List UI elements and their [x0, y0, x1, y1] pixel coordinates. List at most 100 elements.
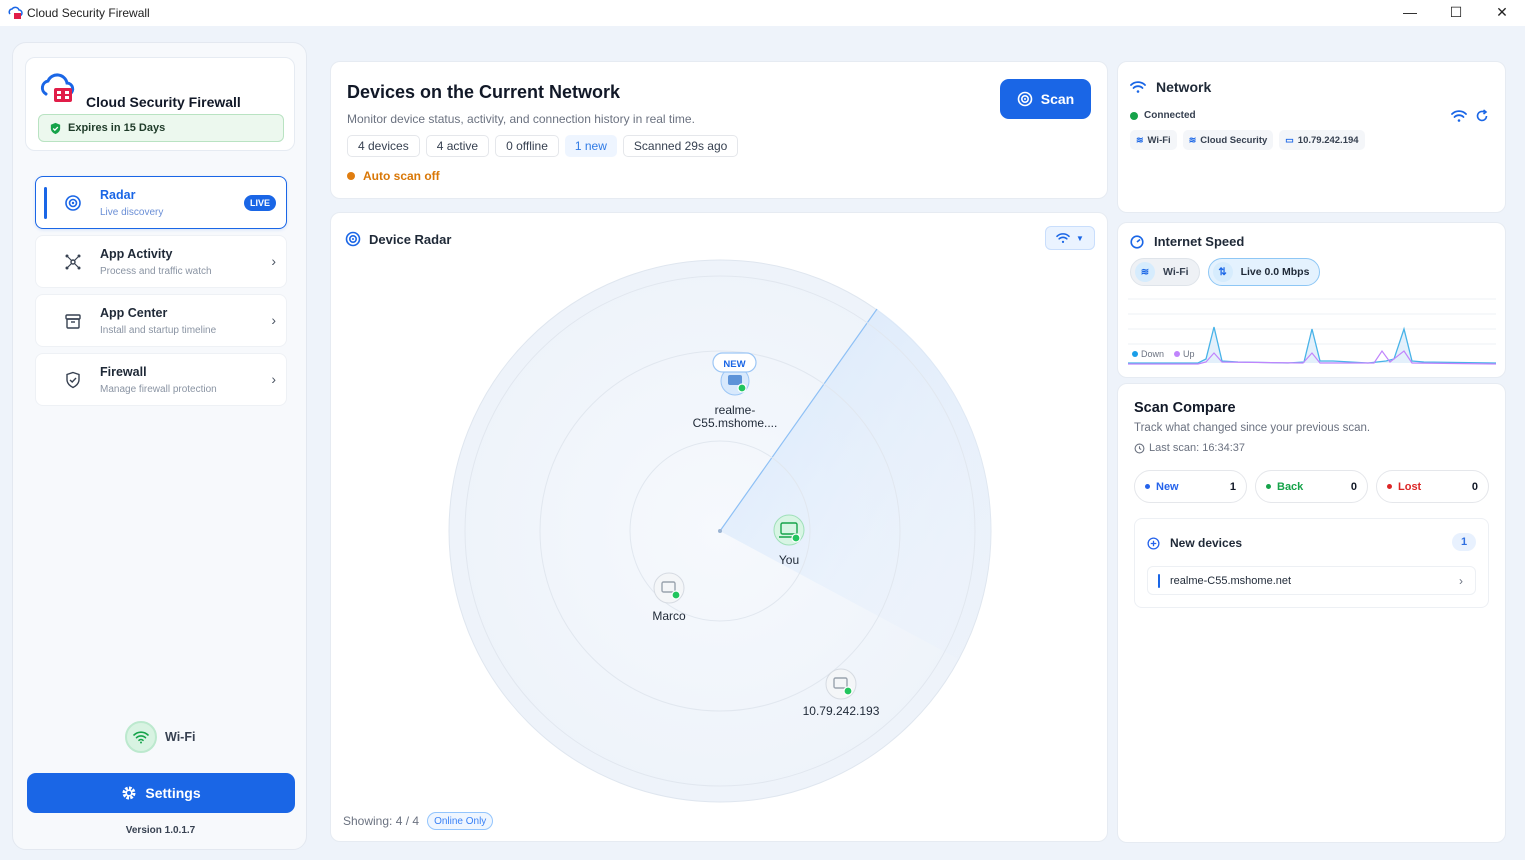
nav-firewall[interactable]: Firewall Manage firewall protection ›	[35, 353, 287, 406]
radar-device-marco[interactable]	[653, 572, 685, 604]
stat-chip-devices: 4 devices	[347, 135, 420, 157]
new-devices-heading: New devices	[1147, 536, 1242, 550]
status-dot	[1130, 111, 1138, 120]
new-devices-title: New devices	[1170, 536, 1243, 550]
stat-chip-active: 4 active	[425, 135, 490, 157]
stat-lost[interactable]: Lost 0	[1376, 470, 1489, 503]
device-stats: 4 devices 4 active 0 offline 1 new Scann…	[347, 135, 739, 157]
new-device-name: realme-C55.mshome.net	[1170, 574, 1292, 587]
monitor-icon: ▭	[1285, 134, 1294, 145]
wifi-icon	[1056, 233, 1070, 243]
chevron-right-icon: ›	[271, 253, 276, 269]
speedometer-icon	[1130, 234, 1144, 249]
radar-canvas: NEW	[448, 259, 992, 803]
wifi-icon	[125, 721, 157, 753]
network-status: Connected	[1130, 110, 1196, 121]
connection-label: Wi-Fi	[165, 730, 196, 744]
shield-check-icon	[66, 371, 80, 389]
status-dot	[347, 172, 355, 180]
new-devices-panel: New devices 1 realme-C55.mshome.net ›	[1134, 518, 1489, 608]
new-devices-count: 1	[1452, 533, 1476, 551]
app-logo-icon	[8, 6, 23, 19]
title-bar: Cloud Security Firewall — ☐ ✕	[0, 0, 1525, 26]
gear-icon	[122, 786, 136, 800]
wifi-icon: ≋	[1188, 134, 1197, 145]
nav-label: App Activity	[100, 247, 173, 261]
speed-legend: Down Up	[1132, 349, 1195, 359]
brand-name: Cloud Security Firewall	[86, 94, 241, 110]
license-text: Expires in 15 Days	[68, 122, 166, 134]
device-label-ip: 10.79.242.193	[802, 704, 880, 718]
page-title: Devices on the Current Network	[347, 82, 621, 102]
stat-chip-new: 1 new	[564, 135, 617, 157]
legend-up: Up	[1174, 349, 1195, 359]
internet-speed-card: Internet Speed ≋ Wi-Fi ⇅ Live 0.0 Mbps D…	[1117, 222, 1506, 378]
nav-sublabel: Live discovery	[100, 207, 164, 218]
stat-new[interactable]: New 1	[1134, 470, 1247, 503]
network-name-pill: ≋ Cloud Security	[1182, 130, 1274, 150]
settings-button[interactable]: Settings	[27, 773, 295, 813]
speed-title: Internet Speed	[1154, 234, 1245, 249]
chevron-right-icon: ›	[271, 312, 276, 328]
network-card: Network Connected ≋ Wi-Fi ≋ Cloud Securi…	[1117, 61, 1506, 213]
speed-heading: Internet Speed	[1130, 234, 1244, 249]
row-accent	[1158, 573, 1160, 588]
last-scan-time: Last scan: 16:34:37	[1149, 442, 1246, 454]
scan-label: Scan	[1040, 91, 1075, 107]
speed-arrows-icon: ⇅	[1212, 262, 1233, 282]
chevron-right-icon: ›	[271, 371, 276, 387]
nav-label: Firewall	[100, 365, 147, 379]
nav-label: Radar	[100, 188, 136, 202]
radar-heading: Device Radar	[345, 231, 451, 247]
connection-status: Wi-Fi	[125, 721, 195, 753]
wifi-icon: ≋	[1135, 262, 1155, 282]
nav-app-center[interactable]: App Center Install and startup timeline …	[35, 294, 287, 347]
history-icon	[1134, 443, 1145, 453]
status-dot	[1145, 484, 1150, 489]
nav-app-activity[interactable]: App Activity Process and traffic watch ›	[35, 235, 287, 288]
nav-label: App Center	[100, 306, 168, 320]
network-title: Network	[1156, 79, 1212, 95]
network-filter-dropdown[interactable]: ▼	[1045, 226, 1095, 250]
network-status-label: Connected	[1144, 110, 1196, 121]
radar-title: Device Radar	[369, 231, 452, 247]
wifi-settings-icon[interactable]	[1451, 109, 1467, 123]
close-button[interactable]: ✕	[1479, 0, 1525, 24]
scan-button[interactable]: Scan	[1000, 79, 1091, 119]
showing-count: Showing: 4 / 4	[343, 814, 420, 828]
new-device-badge: NEW	[723, 359, 745, 370]
list-item[interactable]: realme-C55.mshome.net ›	[1147, 566, 1476, 595]
maximize-button[interactable]: ☐	[1433, 0, 1479, 24]
devices-card: Devices on the Current Network Monitor d…	[330, 61, 1108, 199]
active-indicator	[44, 187, 47, 219]
wifi-speed-pill[interactable]: ≋ Wi-Fi	[1130, 258, 1200, 286]
network-heading: Network	[1130, 79, 1211, 95]
legend-down: Down	[1132, 349, 1164, 359]
network-nodes-icon	[65, 254, 81, 270]
stat-chip-offline: 0 offline	[495, 135, 559, 157]
chevron-right-icon: ›	[1459, 573, 1463, 588]
cloud-firewall-logo-icon	[40, 73, 75, 102]
nav-radar[interactable]: Radar Live discovery LIVE	[35, 176, 287, 229]
device-label-marco: Marco	[652, 609, 686, 623]
radar-icon	[1017, 91, 1033, 107]
status-dot	[1387, 484, 1392, 489]
compare-subtitle: Track what changed since your previous s…	[1134, 422, 1371, 434]
radar-device-you[interactable]	[773, 514, 805, 546]
minimize-button[interactable]: —	[1387, 0, 1433, 24]
live-speed-pill[interactable]: ⇅ Live 0.0 Mbps	[1207, 258, 1321, 286]
device-label-you: You	[778, 553, 800, 567]
compare-stats: New 1 Back 0 Lost 0	[1134, 470, 1489, 503]
status-dot	[1266, 484, 1271, 489]
stat-back[interactable]: Back 0	[1255, 470, 1368, 503]
radar-device-ip[interactable]	[825, 668, 857, 700]
settings-label: Settings	[145, 785, 201, 801]
wifi-icon	[1130, 81, 1146, 93]
compare-title: Scan Compare	[1134, 400, 1236, 416]
radar-footer: Showing: 4 / 4 Online Only	[343, 812, 494, 830]
plus-circle-icon	[1147, 536, 1160, 550]
network-details: ≋ Wi-Fi ≋ Cloud Security ▭ 10.79.242.194	[1130, 130, 1365, 150]
network-actions	[1451, 109, 1489, 123]
refresh-icon[interactable]	[1475, 109, 1489, 123]
online-only-filter[interactable]: Online Only	[427, 812, 494, 830]
